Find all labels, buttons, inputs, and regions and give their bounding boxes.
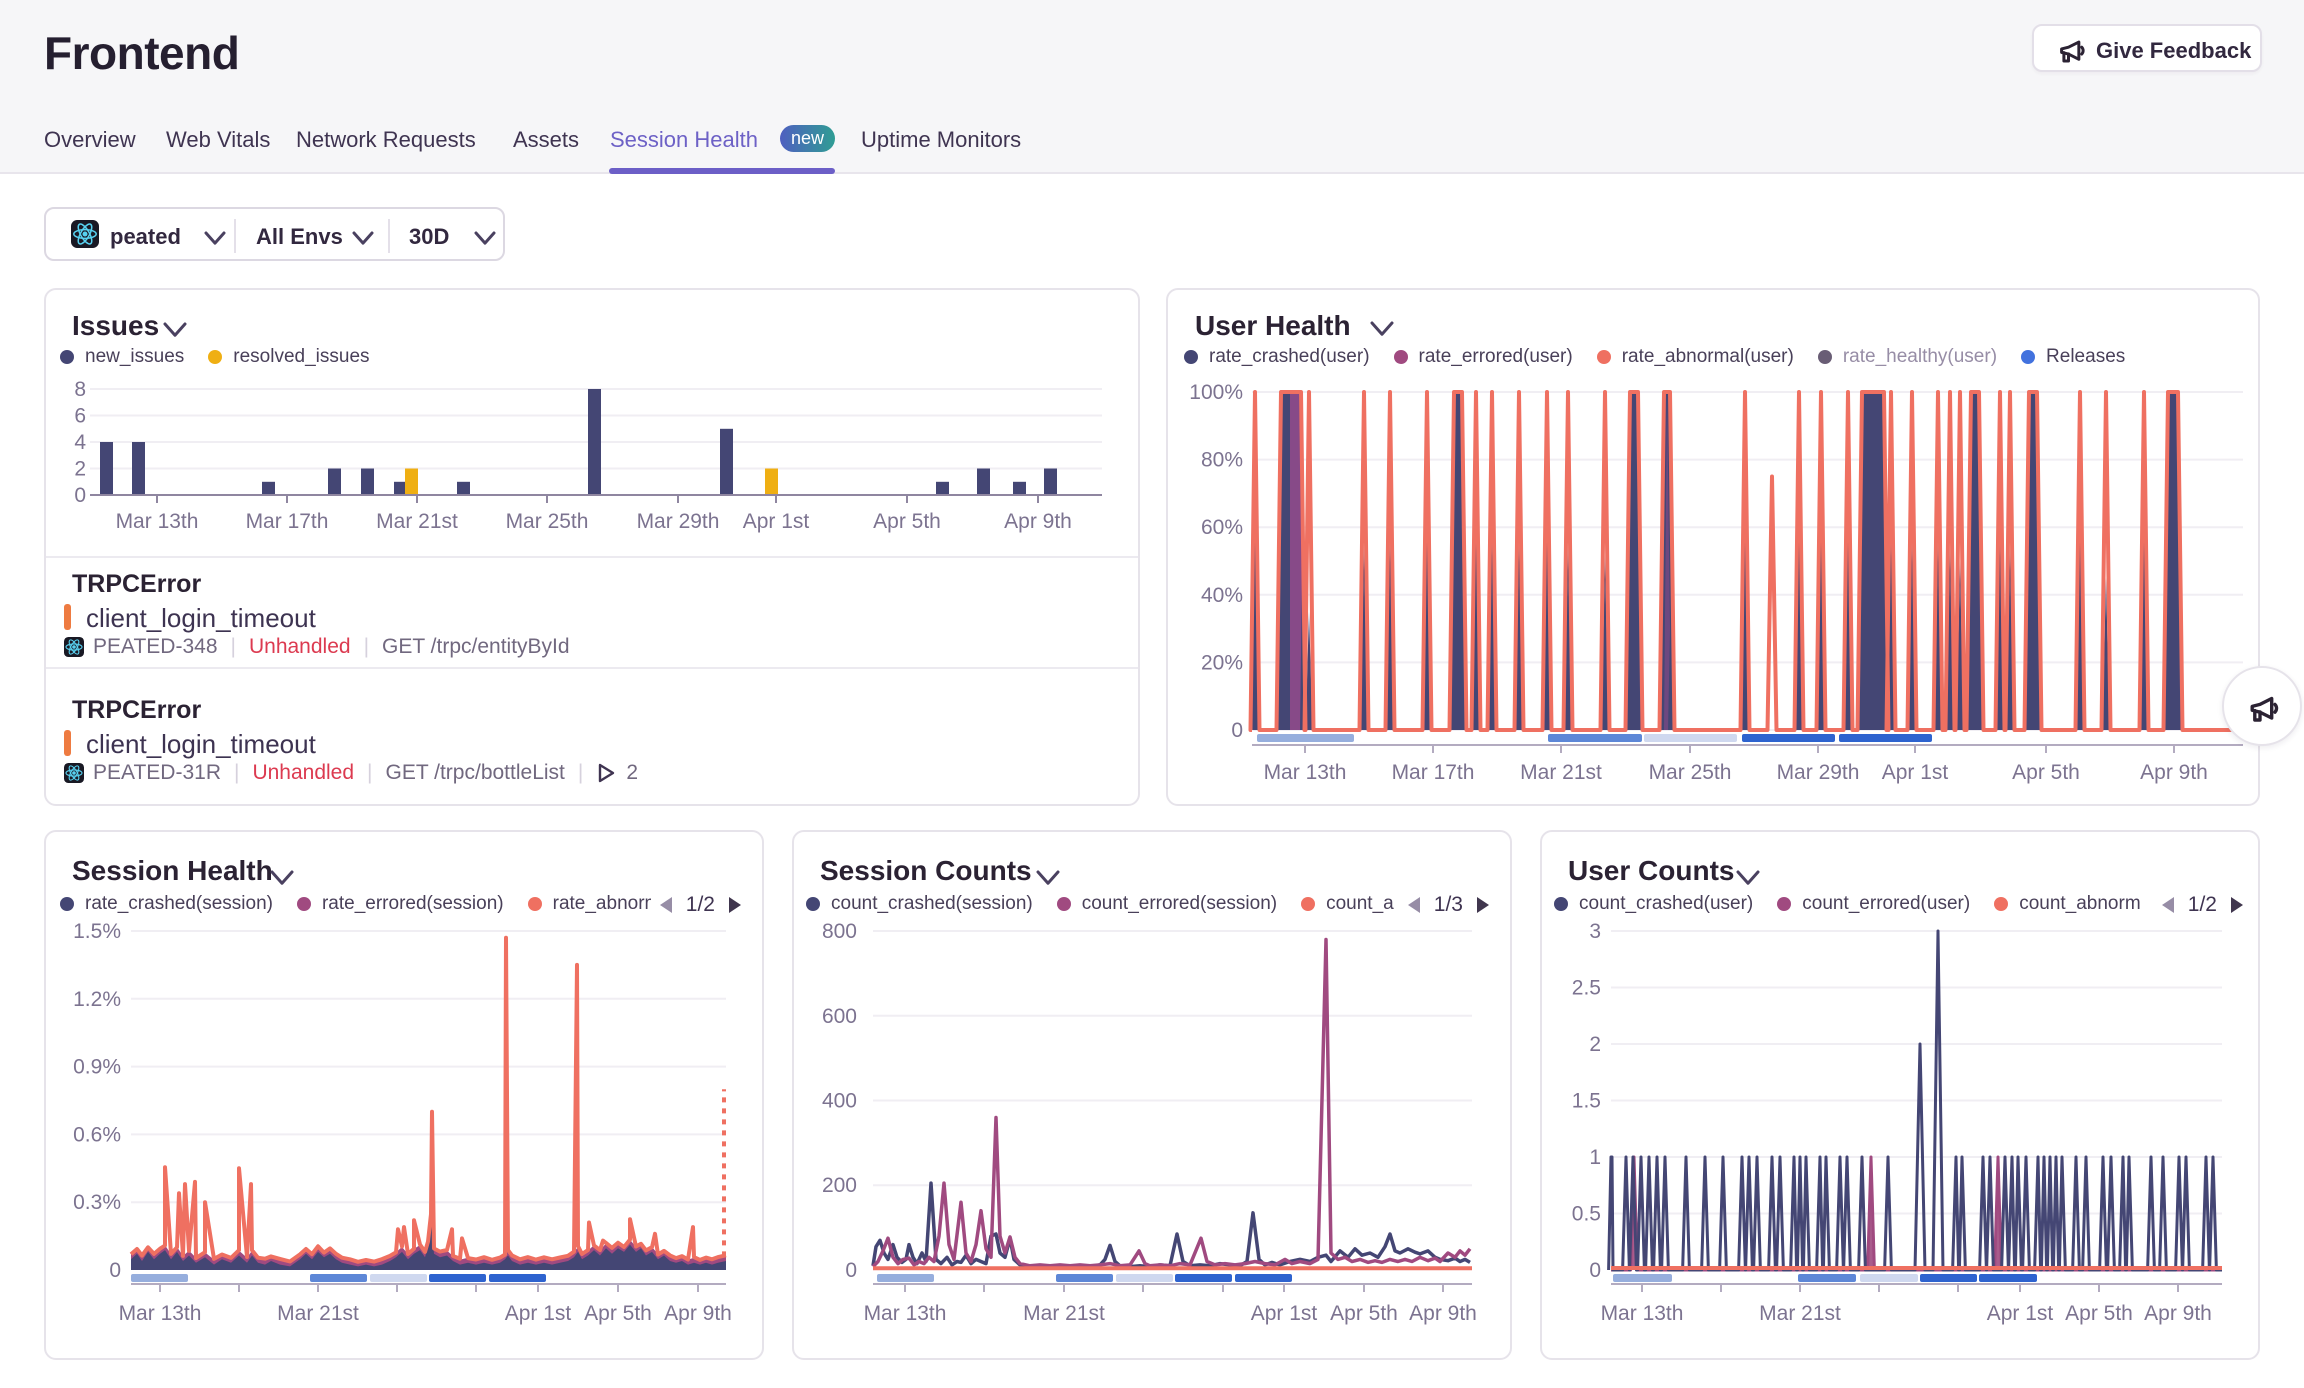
svg-text:80%: 80% [1201,449,1243,472]
svg-text:Apr 5th: Apr 5th [1330,1302,1398,1325]
svg-text:2.5: 2.5 [1572,977,1601,1000]
svg-text:Apr 5th: Apr 5th [2065,1302,2133,1325]
svg-text:600: 600 [822,1005,857,1028]
svg-text:2: 2 [74,458,86,481]
svg-text:Apr 5th: Apr 5th [584,1302,652,1325]
svg-text:1.5: 1.5 [1572,1090,1601,1113]
svg-text:40%: 40% [1201,584,1243,607]
svg-text:Mar 25th: Mar 25th [1649,761,1732,784]
svg-text:Apr 5th: Apr 5th [873,510,941,533]
svg-text:0: 0 [1589,1259,1601,1282]
svg-text:Mar 13th: Mar 13th [119,1302,202,1325]
svg-text:Mar 21st: Mar 21st [1023,1302,1105,1325]
svg-text:2: 2 [1589,1033,1601,1056]
svg-text:Apr 5th: Apr 5th [2012,761,2080,784]
svg-text:Mar 21st: Mar 21st [376,510,458,533]
svg-text:Mar 21st: Mar 21st [1759,1302,1841,1325]
svg-text:60%: 60% [1201,516,1243,539]
svg-text:Mar 13th: Mar 13th [864,1302,947,1325]
svg-text:8: 8 [74,378,86,401]
svg-text:Mar 17th: Mar 17th [1392,761,1475,784]
svg-text:Apr 9th: Apr 9th [1409,1302,1477,1325]
svg-text:1.5%: 1.5% [73,920,121,943]
svg-text:Mar 29th: Mar 29th [1777,761,1860,784]
svg-text:Apr 1st: Apr 1st [1987,1302,2054,1325]
svg-text:Mar 21st: Mar 21st [1520,761,1602,784]
svg-text:20%: 20% [1201,651,1243,674]
svg-text:Mar 13th: Mar 13th [1601,1302,1684,1325]
svg-text:Apr 1st: Apr 1st [505,1302,572,1325]
svg-text:Mar 25th: Mar 25th [506,510,589,533]
svg-text:6: 6 [74,405,86,428]
svg-text:Apr 9th: Apr 9th [2144,1302,2212,1325]
svg-text:3: 3 [1589,920,1601,943]
svg-text:0: 0 [845,1259,857,1282]
svg-text:100%: 100% [1189,381,1243,404]
svg-text:Mar 17th: Mar 17th [246,510,329,533]
svg-text:Apr 1st: Apr 1st [743,510,810,533]
svg-text:1: 1 [1589,1146,1601,1169]
svg-text:Apr 9th: Apr 9th [1004,510,1072,533]
svg-text:Apr 1st: Apr 1st [1251,1302,1318,1325]
svg-text:Mar 13th: Mar 13th [1264,761,1347,784]
svg-text:0.6%: 0.6% [73,1123,121,1146]
svg-text:200: 200 [822,1174,857,1197]
svg-text:Mar 29th: Mar 29th [637,510,720,533]
svg-text:0.3%: 0.3% [73,1191,121,1214]
svg-text:800: 800 [822,920,857,943]
svg-text:0: 0 [109,1259,121,1282]
svg-text:1.2%: 1.2% [73,988,121,1011]
svg-text:0.5: 0.5 [1572,1203,1601,1226]
svg-text:Apr 9th: Apr 9th [664,1302,732,1325]
svg-text:0: 0 [1231,719,1243,742]
svg-text:0.9%: 0.9% [73,1056,121,1079]
svg-text:4: 4 [74,431,86,454]
svg-text:0: 0 [74,484,86,507]
svg-text:Apr 1st: Apr 1st [1882,761,1949,784]
svg-text:Apr 9th: Apr 9th [2140,761,2208,784]
svg-text:400: 400 [822,1090,857,1113]
svg-text:Mar 13th: Mar 13th [116,510,199,533]
svg-text:Mar 21st: Mar 21st [277,1302,359,1325]
